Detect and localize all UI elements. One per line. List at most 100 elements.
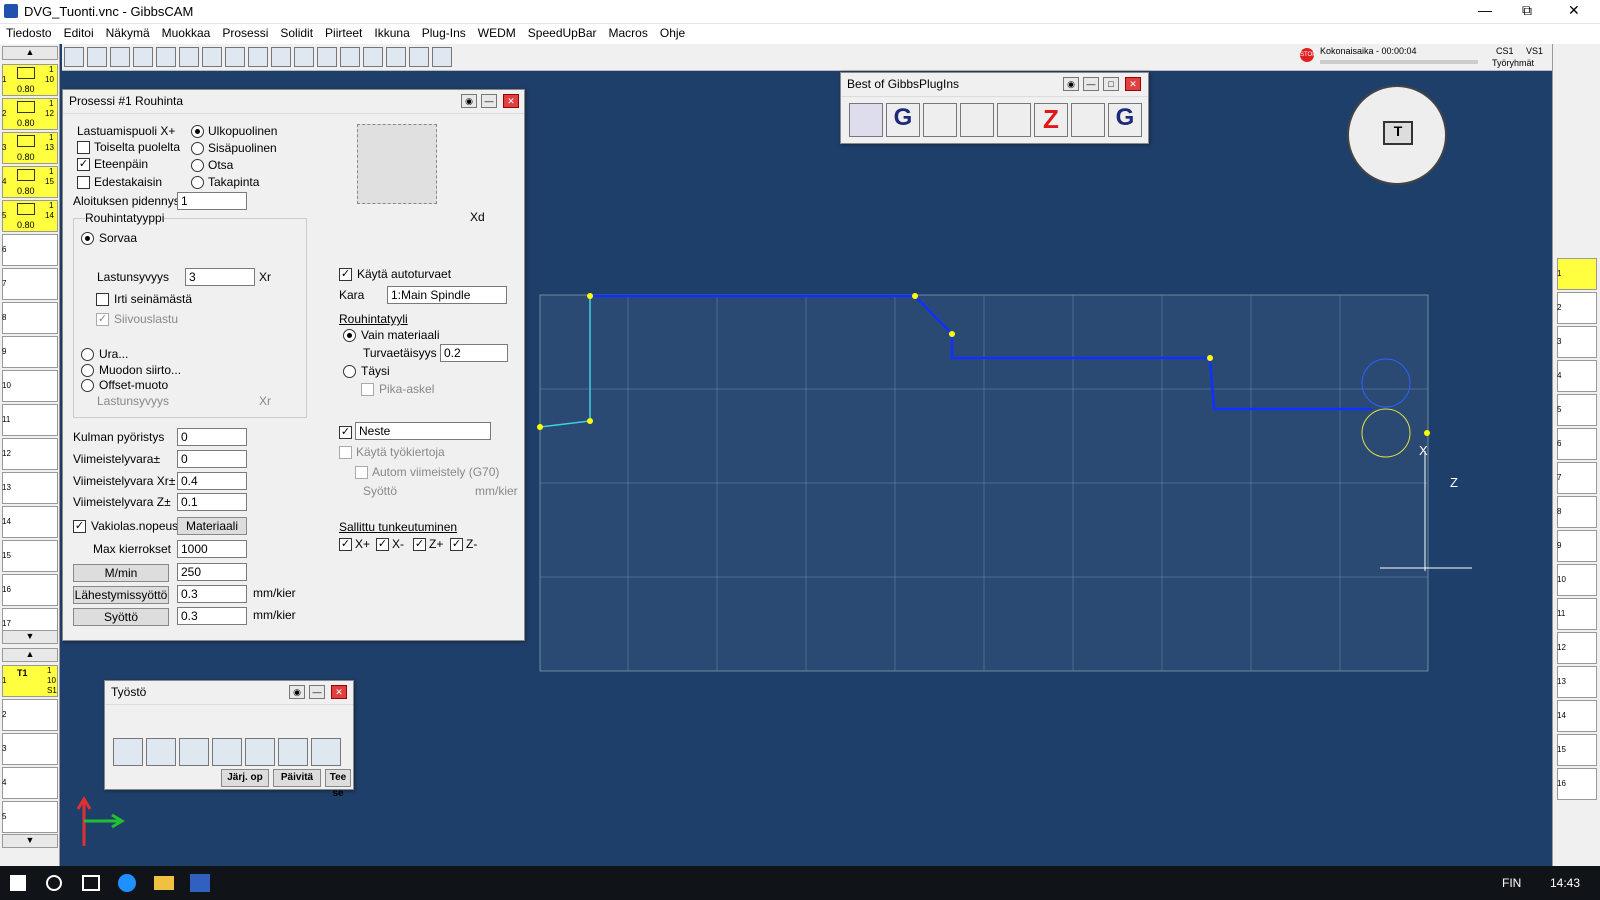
kara-select[interactable]: 1:Main Spindle <box>387 286 507 304</box>
workgroup-slot[interactable]: 6 <box>1557 428 1597 460</box>
eteenpain-checkbox[interactable]: ✓ <box>77 158 90 171</box>
ulkopuolinen-radio[interactable] <box>191 125 204 138</box>
toolbar-btn-4[interactable] <box>133 47 153 67</box>
toolbar-btn-9[interactable] <box>248 47 268 67</box>
tyokierto-checkbox[interactable] <box>339 446 352 459</box>
tool-slot-empty[interactable]: 16 <box>2 574 58 606</box>
tool-scroll-down[interactable]: ▼ <box>2 630 58 644</box>
tool-slot-empty[interactable]: 12 <box>2 438 58 470</box>
tool-slot-empty[interactable]: 10 <box>2 370 58 402</box>
gibbscam-taskbar-icon[interactable] <box>190 874 210 892</box>
workgroup-slot[interactable]: 9 <box>1557 530 1597 562</box>
plugin-7-icon[interactable] <box>1071 103 1105 137</box>
workgroup-slot[interactable]: 2 <box>1557 292 1597 324</box>
takapinta-radio[interactable] <box>191 176 204 189</box>
sisapuolinen-radio[interactable] <box>191 142 204 155</box>
otsa-radio[interactable] <box>191 159 204 172</box>
paivita-button[interactable]: Päivitä <box>273 769 321 787</box>
tool-slot-empty[interactable]: 15 <box>2 540 58 572</box>
tool-slot-empty[interactable]: 14 <box>2 506 58 538</box>
menu-solidit[interactable]: Solidit <box>274 24 319 42</box>
toolbar-btn-17[interactable] <box>432 47 452 67</box>
tool-slot-4[interactable]: 4 1 15 0.80 <box>2 166 58 198</box>
menu-wedm[interactable]: WEDM <box>472 24 522 42</box>
offset-radio[interactable] <box>81 379 94 392</box>
tyosto-pin[interactable]: ◉ <box>289 685 305 699</box>
plugin-5-icon[interactable] <box>997 103 1031 137</box>
op-4-icon[interactable] <box>212 738 242 766</box>
sorvaa-radio[interactable] <box>81 232 94 245</box>
operation-slot-empty[interactable]: 5 <box>2 801 58 833</box>
op-7-icon[interactable] <box>311 738 341 766</box>
toolbar-btn-6[interactable] <box>179 47 199 67</box>
plugins-close[interactable]: ✕ <box>1125 77 1141 91</box>
close-button[interactable]: ✕ <box>1568 2 1580 19</box>
viimeistely-input[interactable]: 0 <box>177 450 247 468</box>
toolbar-btn-10[interactable] <box>271 47 291 67</box>
workgroup-slot[interactable]: 4 <box>1557 360 1597 392</box>
irti-checkbox[interactable] <box>96 293 109 306</box>
menu-ohje[interactable]: Ohje <box>654 24 691 42</box>
operation-slot-empty[interactable]: 3 <box>2 733 58 765</box>
plugin-z-icon[interactable]: Z <box>1034 103 1068 137</box>
plugins-max[interactable]: □ <box>1103 77 1119 91</box>
menu-tiedosto[interactable]: Tiedosto <box>0 24 58 42</box>
edge-icon[interactable] <box>118 874 136 892</box>
lahes-input[interactable]: 0.3 <box>177 585 247 603</box>
autoturvaet-checkbox[interactable]: ✓ <box>339 268 352 281</box>
menu-ikkuna[interactable]: Ikkuna <box>368 24 415 42</box>
autom-checkbox[interactable] <box>355 466 368 479</box>
tool-slot-2[interactable]: 2 1 12 0.80 <box>2 98 58 130</box>
menu-prosessi[interactable]: Prosessi <box>216 24 274 42</box>
toolbar-btn-14[interactable] <box>363 47 383 67</box>
search-icon[interactable] <box>46 875 62 891</box>
vain-radio[interactable] <box>343 329 356 342</box>
viimeistely-z-input[interactable]: 0.1 <box>177 493 247 511</box>
minimize-button[interactable]: — <box>1478 2 1492 18</box>
process-close[interactable]: ✕ <box>503 94 519 108</box>
toolbar-btn-7[interactable] <box>202 47 222 67</box>
workgroup-slot[interactable]: 7 <box>1557 462 1597 494</box>
lastunsyvyys-input[interactable]: 3 <box>185 268 255 286</box>
menu-plugins[interactable]: Plug-Ins <box>416 24 472 42</box>
operation-slot-1[interactable]: 1 T1 1 10 S1 <box>2 665 58 697</box>
op-scroll-up[interactable]: ▲ <box>2 648 58 662</box>
kulman-input[interactable]: 0 <box>177 428 247 446</box>
tool-slot-empty[interactable]: 11 <box>2 404 58 436</box>
toolbar-btn-12[interactable] <box>317 47 337 67</box>
tool-slot-3[interactable]: 3 1 13 0.80 <box>2 132 58 164</box>
plugin-1-icon[interactable] <box>849 103 883 137</box>
toolbar-btn-1[interactable] <box>64 47 84 67</box>
xminus-checkbox[interactable]: ✓ <box>376 538 389 551</box>
windows-start-icon[interactable] <box>10 875 26 891</box>
op-5-icon[interactable] <box>245 738 275 766</box>
tool-slot-empty[interactable]: 9 <box>2 336 58 368</box>
workgroup-slot[interactable]: 3 <box>1557 326 1597 358</box>
menu-editoi[interactable]: Editoi <box>58 24 100 42</box>
workgroup-slot[interactable]: 5 <box>1557 394 1597 426</box>
edestakaisin-checkbox[interactable] <box>77 176 90 189</box>
tool-slot-empty[interactable]: 7 <box>2 268 58 300</box>
toolbar-btn-3[interactable] <box>110 47 130 67</box>
workgroup-slot[interactable]: 12 <box>1557 632 1597 664</box>
menu-speedupbar[interactable]: SpeedUpBar <box>522 24 603 42</box>
tool-slot-empty[interactable]: 13 <box>2 472 58 504</box>
workgroup-slot[interactable]: 1 <box>1557 258 1597 290</box>
mmin-input[interactable]: 250 <box>177 563 247 581</box>
tool-slot-1[interactable]: 1 1 10 0.80 <box>2 64 58 96</box>
op-6-icon[interactable] <box>278 738 308 766</box>
pin-button[interactable]: ◉ <box>461 94 477 108</box>
siivous-checkbox[interactable]: ✓ <box>96 313 109 326</box>
neste-select[interactable]: Neste <box>355 422 491 440</box>
tyosto-close[interactable]: ✕ <box>331 685 347 699</box>
tool-slot-empty[interactable]: 8 <box>2 302 58 334</box>
toolbar-btn-13[interactable] <box>340 47 360 67</box>
op-scroll-down[interactable]: ▼ <box>2 834 58 848</box>
muodon-radio[interactable] <box>81 364 94 377</box>
tool-scroll-up[interactable]: ▲ <box>2 46 58 60</box>
workgroup-slot[interactable]: 11 <box>1557 598 1597 630</box>
clock[interactable]: 14:43 <box>1550 876 1580 890</box>
toolbar-btn-16[interactable] <box>409 47 429 67</box>
process-minimize[interactable]: — <box>481 94 497 108</box>
op-3-icon[interactable] <box>179 738 209 766</box>
